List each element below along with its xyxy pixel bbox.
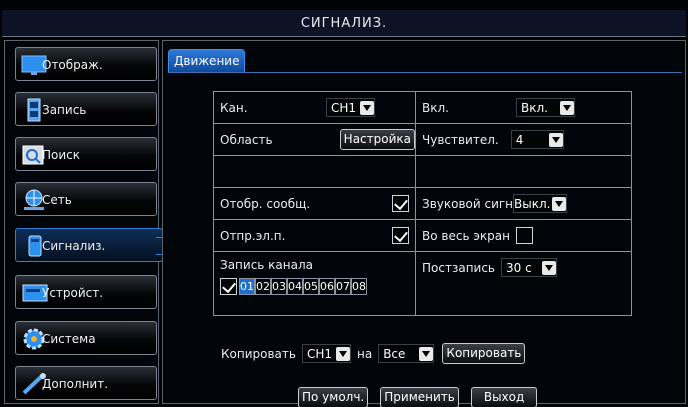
email-label: Отпр.эл.п. bbox=[220, 228, 286, 243]
default-button[interactable]: По умолч. bbox=[298, 387, 369, 407]
tab-underline bbox=[168, 72, 682, 73]
copy-from-select[interactable]: CH1 bbox=[301, 344, 351, 363]
copy-from-value: CH1 bbox=[306, 346, 332, 361]
sidebar-item-label: Сеть bbox=[42, 193, 72, 207]
dvr-window: СИГНАЛИЗ. Отображ. Запись Поиск Сеть Сиг… bbox=[0, 0, 688, 407]
channel-value: CH1 bbox=[330, 100, 356, 115]
sidebar-item-label: Сигнализ. bbox=[42, 239, 106, 253]
channel-toggle[interactable]: 04 bbox=[287, 278, 303, 295]
tab-motion[interactable]: Движение bbox=[168, 49, 246, 72]
channel-toggle[interactable]: 06 bbox=[319, 278, 335, 295]
enable-select[interactable]: Вкл. bbox=[516, 98, 575, 117]
buzzer-label: Звуковой сигн bbox=[422, 196, 514, 211]
channel-select[interactable]: CH1 bbox=[325, 98, 375, 117]
enable-label: Вкл. bbox=[422, 100, 449, 115]
fullscreen-label: Во весь экран bbox=[422, 228, 510, 243]
chevron-down-icon bbox=[419, 346, 434, 361]
sidebar-item-device[interactable]: Устройст. bbox=[15, 275, 157, 309]
sidebar-item-label: Запись bbox=[42, 103, 87, 117]
sensitivity-value: 4 bbox=[515, 132, 524, 147]
chevron-down-icon bbox=[360, 100, 374, 115]
copy-label: Копировать bbox=[221, 346, 296, 361]
sensitivity-label: Чувствител. bbox=[422, 132, 499, 147]
all-channels-checkbox[interactable] bbox=[220, 278, 237, 295]
record-channel-grid: 01 02 03 04 05 06 07 08 bbox=[220, 278, 409, 295]
sidebar-item-label: Отображ. bbox=[42, 58, 103, 72]
sidebar-item-label: Система bbox=[42, 332, 96, 346]
sidebar: Отображ. Запись Поиск Сеть Сигнализ. Уст… bbox=[4, 40, 163, 404]
channel-toggle[interactable]: 03 bbox=[271, 278, 287, 295]
record-channel-label: Запись канала bbox=[220, 258, 313, 272]
apply-button[interactable]: Применить bbox=[380, 387, 459, 407]
copy-to-value: Все bbox=[383, 346, 406, 361]
sidebar-item-label: Дополнит. bbox=[42, 377, 109, 391]
channel-label: Кан. bbox=[220, 100, 248, 115]
copy-to-select[interactable]: Все bbox=[378, 344, 435, 363]
sidebar-item-network[interactable]: Сеть bbox=[15, 182, 157, 216]
sidebar-item-label: Устройст. bbox=[42, 286, 104, 300]
main-panel: Движение Кан. CH1 Вкл. Вкл. Область Наст… bbox=[162, 40, 686, 407]
empty-cell bbox=[213, 155, 416, 188]
postrecord-value: 30 с bbox=[506, 260, 532, 275]
sidebar-item-record[interactable]: Запись bbox=[15, 92, 157, 126]
chevron-down-icon bbox=[552, 196, 567, 211]
fullscreen-checkbox[interactable] bbox=[515, 227, 533, 244]
chevron-down-icon bbox=[560, 100, 574, 115]
buzzer-value: Выкл. bbox=[514, 196, 551, 211]
sidebar-item-display[interactable]: Отображ. bbox=[15, 47, 157, 81]
action-buttons: По умолч. Применить Выход bbox=[298, 387, 538, 407]
chevron-down-icon bbox=[336, 346, 350, 361]
channel-toggle[interactable]: 05 bbox=[303, 278, 319, 295]
email-checkbox[interactable] bbox=[392, 227, 409, 244]
sidebar-item-system[interactable]: Система bbox=[15, 321, 157, 355]
sensitivity-select[interactable]: 4 bbox=[510, 130, 565, 149]
copy-to-label: на bbox=[357, 346, 373, 361]
buzzer-select[interactable]: Выкл. bbox=[513, 194, 568, 213]
show-message-checkbox[interactable] bbox=[392, 195, 409, 212]
enable-value: Вкл. bbox=[521, 100, 548, 115]
sidebar-item-alarm[interactable]: Сигнализ. bbox=[15, 228, 163, 262]
exit-button[interactable]: Выход bbox=[470, 387, 538, 407]
area-label: Область bbox=[220, 132, 273, 147]
sidebar-item-advanced[interactable]: Дополнит. bbox=[15, 366, 157, 400]
postrecord-label: Постзапись bbox=[422, 260, 496, 275]
channel-toggle[interactable]: 02 bbox=[255, 278, 271, 295]
chevron-down-icon bbox=[541, 260, 556, 275]
channel-toggle[interactable]: 08 bbox=[351, 278, 367, 295]
empty-cell bbox=[415, 155, 632, 188]
sidebar-item-search[interactable]: Поиск bbox=[15, 137, 157, 171]
chevron-down-icon bbox=[549, 132, 564, 147]
sidebar-item-label: Поиск bbox=[42, 148, 81, 162]
motion-settings-table: Кан. CH1 Вкл. Вкл. Область Настройка Чув… bbox=[213, 91, 632, 316]
copy-row: Копировать CH1 на Все Копировать bbox=[221, 343, 526, 364]
show-message-label: Отобр. сообщ. bbox=[220, 196, 311, 211]
area-setup-button[interactable]: Настройка bbox=[339, 129, 415, 150]
channel-toggle[interactable]: 07 bbox=[335, 278, 351, 295]
copy-button[interactable]: Копировать bbox=[442, 343, 526, 364]
channel-toggle[interactable]: 01 bbox=[239, 278, 255, 295]
postrecord-select[interactable]: 30 с bbox=[501, 258, 557, 277]
window-title: СИГНАЛИЗ. bbox=[2, 10, 686, 37]
